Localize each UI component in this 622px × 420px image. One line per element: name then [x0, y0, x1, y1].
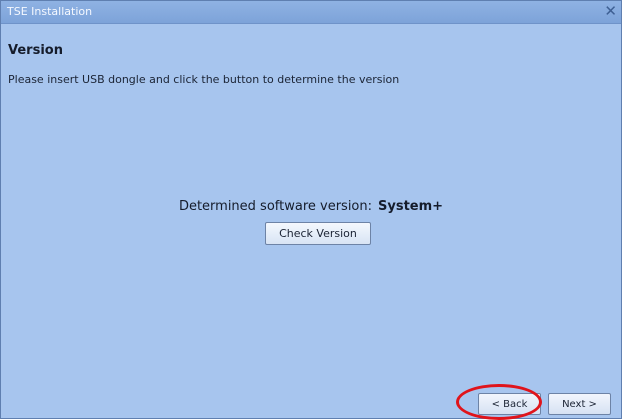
page-heading: Version [8, 43, 63, 58]
wizard-page: Version Please insert USB dongle and cli… [1, 24, 621, 420]
instruction-text: Please insert USB dongle and click the b… [8, 73, 400, 86]
determined-version-value: System+ [378, 199, 444, 214]
close-icon[interactable]: ✕ [604, 2, 617, 20]
determined-version-label: Determined software version: [178, 199, 373, 214]
next-button[interactable]: Next > [548, 393, 611, 415]
title-bar: TSE Installation ✕ [1, 1, 621, 24]
back-button[interactable]: < Back [478, 393, 541, 415]
installer-window: TSE Installation ✕ Version Please insert… [0, 0, 622, 420]
window-title: TSE Installation [7, 5, 93, 18]
check-version-button[interactable]: Check Version [265, 222, 371, 245]
determined-version-row: Determined software version: System+ [1, 199, 621, 214]
